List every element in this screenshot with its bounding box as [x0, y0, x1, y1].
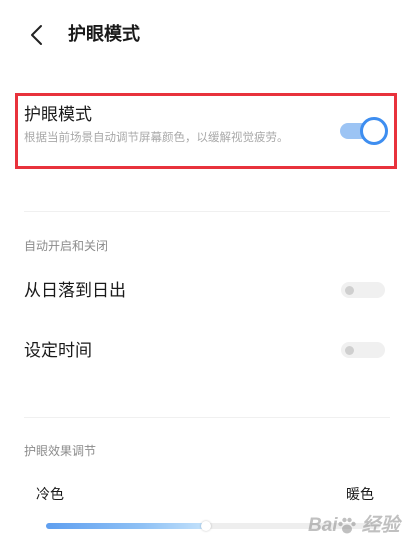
effect-section-label: 护眼效果调节 — [24, 444, 97, 458]
paw-icon — [338, 517, 356, 534]
slider-thumb[interactable] — [201, 521, 212, 531]
page-title: 护眼模式 — [68, 24, 140, 45]
divider — [24, 417, 390, 418]
toggle-knob — [360, 117, 388, 145]
slider-fill — [46, 523, 207, 529]
warm-color-label: 暖色 — [346, 487, 374, 503]
back-button[interactable] — [26, 22, 50, 48]
baidu-jingyan-watermark: Bai 经验 — [294, 510, 412, 546]
custom-time-toggle[interactable] — [341, 341, 385, 359]
divider — [24, 211, 390, 212]
eye-comfort-title: 护眼模式 — [24, 105, 92, 125]
eye-comfort-description: 根据当前场景自动调节屏幕颜色，以缓解视觉疲劳。 — [24, 130, 289, 144]
sunset-to-sunrise-label: 从日落到日出 — [24, 281, 126, 301]
eye-comfort-toggle[interactable] — [340, 117, 388, 145]
auto-schedule-section-label: 自动开启和关闭 — [24, 239, 109, 253]
eye-comfort-settings-screen: 护眼模式 护眼模式 根据当前场景自动调节屏幕颜色，以缓解视觉疲劳。 自动开启和关… — [0, 0, 414, 550]
cool-color-label: 冷色 — [36, 487, 64, 503]
chevron-left-icon — [31, 25, 42, 45]
toggle-knob — [345, 346, 354, 355]
custom-time-label: 设定时间 — [24, 341, 92, 361]
sunset-to-sunrise-toggle[interactable] — [341, 281, 385, 299]
toggle-knob — [345, 286, 354, 295]
header: 护眼模式 — [0, 0, 414, 70]
